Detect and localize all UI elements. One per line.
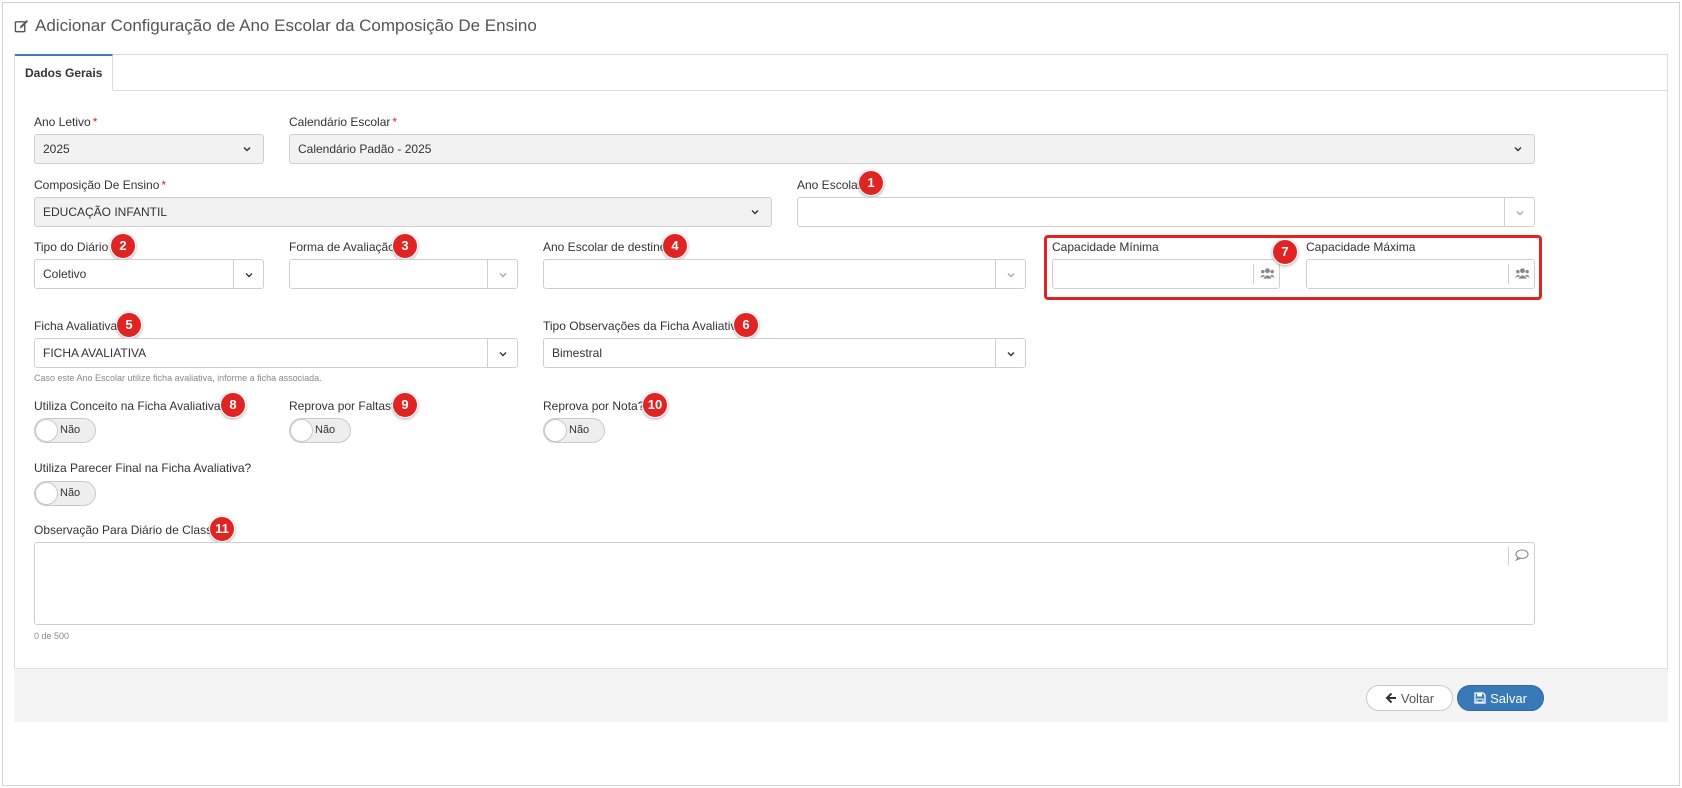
- chevron-down-icon: [1514, 147, 1522, 152]
- save-button[interactable]: Salvar: [1457, 685, 1544, 711]
- toggle-state: Não: [315, 424, 336, 436]
- ano-letivo-label: Ano Letivo *: [34, 115, 98, 129]
- ficha-avaliativa-value: FICHA AVALIATIVA: [43, 346, 147, 360]
- dropdown-toggle[interactable]: [995, 260, 1025, 288]
- capacidade-minima-input[interactable]: [1052, 259, 1280, 289]
- tipo-observacoes-select[interactable]: Bimestral: [543, 338, 1026, 368]
- dropdown-toggle[interactable]: [487, 339, 517, 367]
- dropdown-toggle[interactable]: [487, 260, 517, 288]
- form-footer: Voltar Salvar: [14, 668, 1668, 722]
- reprova-nota-toggle[interactable]: Não: [543, 418, 605, 443]
- utiliza-parecer-toggle[interactable]: Não: [34, 481, 96, 506]
- chevron-down-icon: [243, 147, 251, 152]
- ficha-avaliativa-label: Ficha Avaliativa: [34, 319, 118, 333]
- chevron-down-icon: [499, 352, 507, 357]
- forma-avaliacao-label: Forma de Avaliação: [289, 240, 395, 254]
- chevron-down-icon: [1007, 352, 1015, 357]
- reprova-faltas-label: Reprova por Faltas?: [289, 399, 398, 413]
- ficha-avaliativa-help: Caso este Ano Escolar utilize ficha aval…: [34, 373, 322, 383]
- back-button[interactable]: Voltar: [1366, 685, 1453, 711]
- users-icon: [1260, 268, 1275, 279]
- reprova-nota-label: Reprova por Nota?: [543, 399, 645, 413]
- calendario-escolar-value: Calendário Padão - 2025: [298, 142, 432, 156]
- annotation-badge-8: 8: [220, 392, 246, 418]
- capacidade-minima-label: Capacidade Mínima: [1052, 240, 1159, 254]
- chevron-down-icon: [245, 273, 253, 278]
- composicao-ensino-value: EDUCAÇÃO INFANTIL: [43, 205, 168, 219]
- tab-bar: Dados Gerais: [15, 54, 1667, 91]
- chevron-down-icon: [499, 273, 507, 278]
- tab-dados-gerais[interactable]: Dados Gerais: [15, 54, 114, 91]
- capacity-addon: [1253, 264, 1279, 284]
- toggle-knob: [290, 419, 313, 442]
- annotation-badge-11: 11: [209, 516, 235, 542]
- arrow-left-icon: [1385, 692, 1396, 704]
- annotation-badge-6: 6: [733, 312, 759, 338]
- ano-letivo-value: 2025: [43, 142, 70, 156]
- toggle-knob: [35, 419, 58, 442]
- toggle-state: Não: [60, 487, 81, 499]
- annotation-badge-9: 9: [392, 392, 418, 418]
- users-icon: [1515, 268, 1530, 279]
- capacity-addon: [1508, 264, 1534, 284]
- edit-icon: [14, 19, 29, 32]
- capacidade-maxima-label: Capacidade Máxima: [1306, 240, 1416, 254]
- chevron-down-icon: [1516, 211, 1524, 216]
- forma-avaliacao-select[interactable]: [289, 259, 518, 289]
- annotation-badge-1: 1: [858, 170, 884, 196]
- tipo-diario-select[interactable]: Coletivo: [34, 259, 264, 289]
- comment-icon: [1515, 549, 1529, 561]
- textarea-addon: [1508, 547, 1534, 565]
- utiliza-parecer-label: Utiliza Parecer Final na Ficha Avaliativ…: [34, 461, 252, 475]
- page-title: Adicionar Configuração de Ano Escolar da…: [14, 16, 537, 36]
- tipo-diario-label: Tipo do Diário: [34, 240, 109, 254]
- ano-escolar-select[interactable]: [797, 197, 1535, 227]
- composicao-ensino-label: Composição De Ensino *: [34, 178, 167, 192]
- tipo-observacoes-value: Bimestral: [552, 346, 603, 360]
- annotation-badge-5: 5: [116, 312, 142, 338]
- annotation-badge-4: 4: [662, 233, 688, 259]
- toggle-state: Não: [569, 424, 590, 436]
- ano-escolar-destino-label: Ano Escolar de destino: [543, 240, 667, 254]
- observacao-diario-label: Observação Para Diário de Classe: [34, 523, 219, 537]
- annotation-badge-10: 10: [642, 392, 668, 418]
- tipo-diario-value: Coletivo: [43, 267, 87, 281]
- annotation-badge-2: 2: [110, 233, 136, 259]
- dropdown-toggle[interactable]: [1504, 198, 1534, 226]
- utiliza-conceito-label: Utiliza Conceito na Ficha Avaliativa?: [34, 399, 228, 413]
- capacidade-maxima-input[interactable]: [1306, 259, 1535, 289]
- character-counter: 0 de 500: [34, 631, 70, 641]
- chevron-down-icon: [1007, 273, 1015, 278]
- calendario-escolar-label: Calendário Escolar *: [289, 115, 398, 129]
- ano-escolar-label: Ano Escolar: [797, 178, 862, 192]
- annotation-badge-3: 3: [392, 233, 418, 259]
- toggle-state: Não: [60, 424, 81, 436]
- toggle-knob: [544, 419, 567, 442]
- back-button-label: Voltar: [1400, 690, 1435, 706]
- ficha-avaliativa-select[interactable]: FICHA AVALIATIVA: [34, 338, 518, 368]
- composicao-ensino-select[interactable]: EDUCAÇÃO INFANTIL: [34, 197, 772, 227]
- floppy-disk-icon: [1474, 692, 1486, 704]
- dropdown-toggle[interactable]: [995, 339, 1025, 367]
- annotation-badge-7: 7: [1272, 239, 1298, 265]
- reprova-faltas-toggle[interactable]: Não: [289, 418, 351, 443]
- toggle-knob: [35, 482, 58, 505]
- tipo-observacoes-label: Tipo Observações da Ficha Avaliativa: [543, 319, 744, 333]
- ano-letivo-select[interactable]: 2025: [34, 134, 264, 164]
- utiliza-conceito-toggle[interactable]: Não: [34, 418, 96, 443]
- save-button-label: Salvar: [1490, 690, 1527, 706]
- observacao-diario-textarea[interactable]: [34, 542, 1535, 625]
- chevron-down-icon: [751, 210, 759, 215]
- ano-escolar-destino-select[interactable]: [543, 259, 1026, 289]
- dropdown-toggle[interactable]: [233, 260, 263, 288]
- page-title-text: Adicionar Configuração de Ano Escolar da…: [35, 16, 537, 35]
- calendario-escolar-select[interactable]: Calendário Padão - 2025: [289, 134, 1535, 164]
